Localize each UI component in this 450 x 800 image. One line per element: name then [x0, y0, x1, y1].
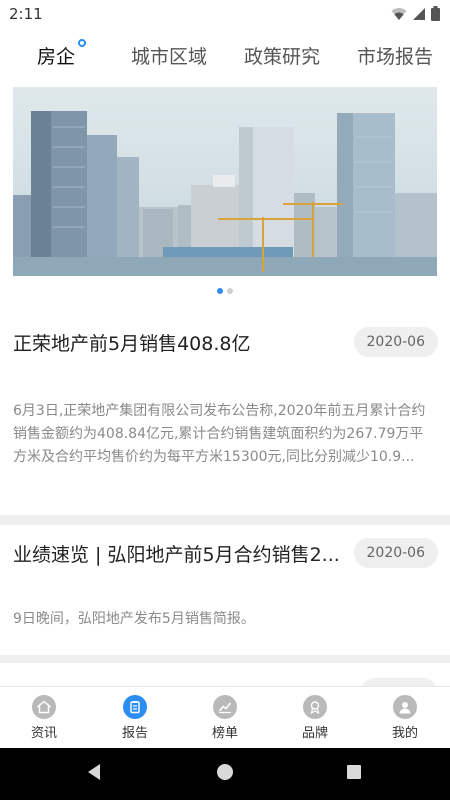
nav-label: 资讯 [30, 726, 57, 741]
nav-label: 榜单 [211, 726, 238, 741]
article-title[interactable]: 业绩速览 | 弘阳地产前5月合约销售2... [13, 540, 340, 567]
recents-icon[interactable] [345, 762, 363, 786]
report-icon [123, 695, 147, 719]
banner-card [0, 80, 450, 308]
status-bar: 2:11 [0, 0, 450, 28]
nav-item-mine[interactable]: 我的 [375, 695, 435, 741]
tab-city-region[interactable]: 城市区域 [131, 42, 207, 69]
status-icons [391, 6, 440, 25]
nav-item-brand[interactable]: 品牌 [285, 695, 345, 741]
signal-icon [412, 6, 426, 25]
status-time: 2:11 [9, 5, 43, 23]
nav-item-report[interactable]: 报告 [105, 695, 165, 741]
system-nav-bar [0, 748, 450, 800]
tab-house-enterprise[interactable]: 房企 [37, 42, 75, 69]
nav-label: 品牌 [301, 726, 328, 741]
brand-icon [303, 695, 327, 719]
article-date: 2020-06 [353, 327, 438, 357]
article-card-partial[interactable] [0, 663, 450, 686]
tab-market-report[interactable]: 市场报告 [357, 42, 433, 69]
pager-dot[interactable] [227, 288, 233, 294]
pager-dot-active[interactable] [217, 288, 223, 294]
article-date-partial [360, 678, 438, 686]
home-icon [32, 695, 56, 719]
new-indicator-dot [78, 39, 86, 47]
tab-policy-research[interactable]: 政策研究 [244, 42, 320, 69]
back-icon[interactable] [85, 762, 103, 786]
chart-icon [213, 695, 237, 719]
home-button-icon[interactable] [216, 762, 234, 786]
top-tab-bar: 房企 城市区域 政策研究 市场报告 [0, 28, 450, 80]
nav-label: 报告 [121, 726, 148, 741]
nav-label: 我的 [391, 726, 418, 741]
article-summary: 6月3日,正荣地产集团有限公司发布公告称,2020年前五月累计合约销售金额约为4… [13, 403, 426, 465]
article-card[interactable]: 业绩速览 | 弘阳地产前5月合约销售2... 2020-06 9日晚间，弘阳地产… [0, 525, 450, 655]
article-title[interactable]: 正荣地产前5月销售408.8亿 [13, 329, 250, 356]
bottom-nav: 资讯 报告 榜单 品牌 我的 [0, 686, 450, 748]
banner-image[interactable] [13, 87, 437, 276]
user-icon [393, 695, 417, 719]
nav-item-ranking[interactable]: 榜单 [195, 695, 255, 741]
wifi-icon [391, 6, 407, 25]
article-summary: 9日晚间，弘阳地产发布5月销售简报。 [13, 611, 255, 627]
banner-pager [0, 288, 450, 294]
nav-item-news[interactable]: 资讯 [14, 695, 74, 741]
article-date: 2020-06 [353, 538, 438, 568]
battery-icon [431, 6, 440, 25]
article-card[interactable]: 正荣地产前5月销售408.8亿 2020-06 6月3日,正荣地产集团有限公司发… [0, 308, 450, 515]
feed-list[interactable]: 正荣地产前5月销售408.8亿 2020-06 6月3日,正荣地产集团有限公司发… [0, 80, 450, 686]
